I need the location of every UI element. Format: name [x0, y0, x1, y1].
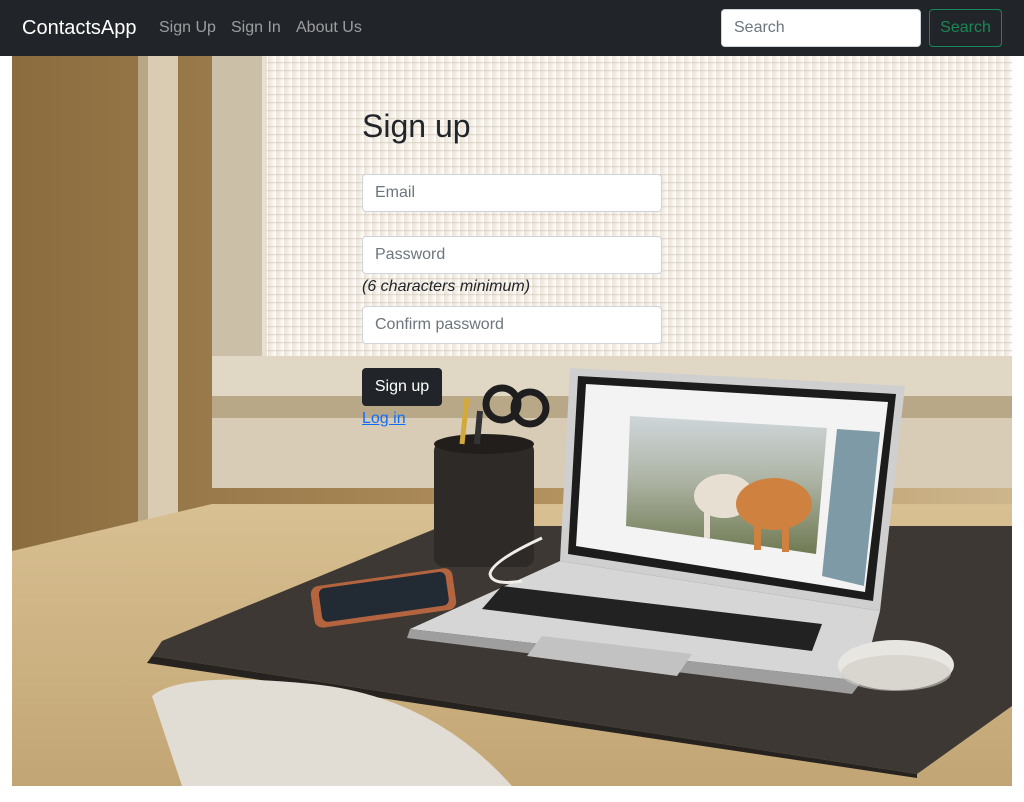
- nav-link-about-us[interactable]: About Us: [296, 17, 362, 39]
- sign-up-button[interactable]: Sign up: [362, 368, 442, 406]
- confirm-password-field[interactable]: [362, 306, 662, 344]
- navbar: ContactsApp Sign Up Sign In About Us Sea…: [0, 0, 1024, 56]
- nav-link-sign-in[interactable]: Sign In: [231, 17, 281, 39]
- page-title: Sign up: [362, 108, 471, 144]
- email-field[interactable]: [362, 174, 662, 212]
- password-hint: (6 characters minimum): [362, 278, 531, 295]
- password-field[interactable]: [362, 236, 662, 274]
- background-photo-desk-laptop: [12, 56, 1012, 786]
- search-input[interactable]: [721, 9, 921, 47]
- background-photo: [12, 56, 1012, 786]
- log-in-link[interactable]: Log in: [362, 409, 406, 429]
- nav-link-sign-up[interactable]: Sign Up: [159, 17, 216, 39]
- search-button[interactable]: Search: [929, 9, 1002, 47]
- brand-logo[interactable]: ContactsApp: [22, 15, 137, 41]
